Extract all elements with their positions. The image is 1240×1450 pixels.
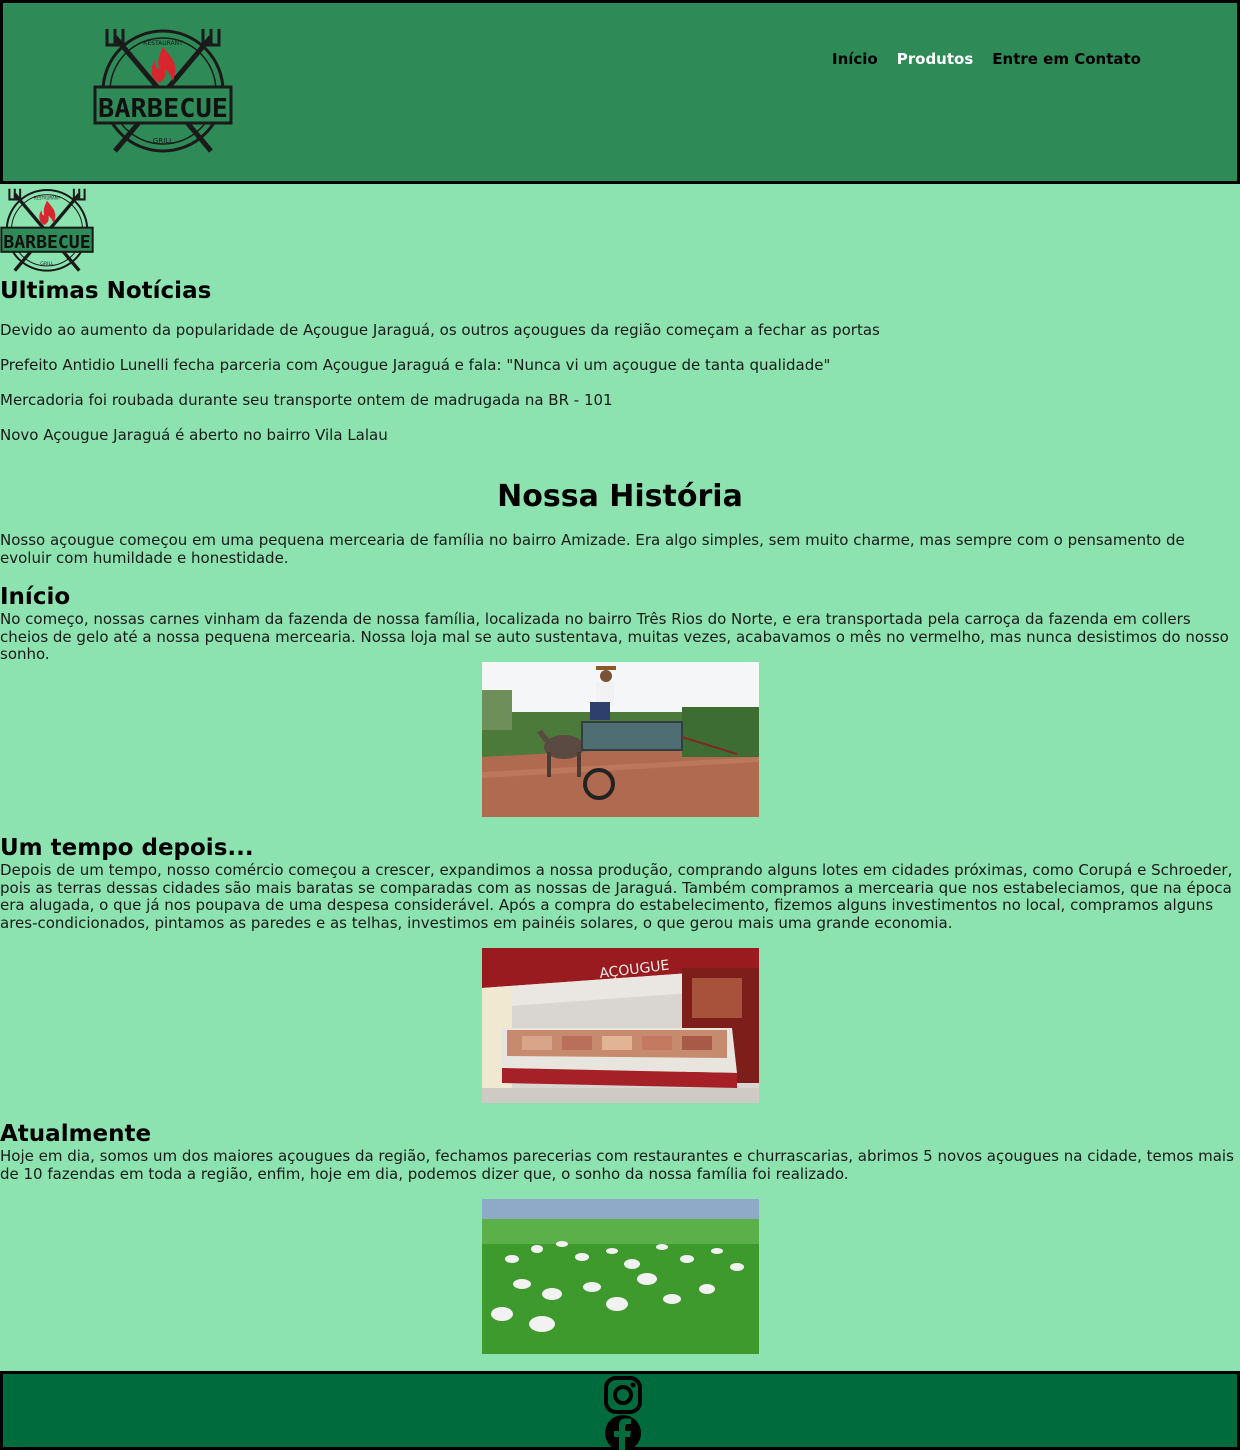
news-item: Prefeito Antidio Lunelli fecha parceria …: [0, 356, 831, 374]
section-text-atualmente: Hoje em dia, somos um dos maiores açougu…: [0, 1147, 1234, 1183]
section-title-inicio: Início: [0, 584, 71, 610]
small-logo: RESTAURANT BARBECUE GRILL: [0, 186, 94, 276]
history-intro: Nosso açougue começou em uma pequena mer…: [0, 531, 1185, 567]
main-nav: Início Produtos Entre em Contato: [832, 50, 1141, 68]
section-title-atualmente: Atualmente: [0, 1121, 152, 1147]
cart-photo: [482, 662, 759, 817]
butcher-photo: AÇOUGUE: [482, 948, 759, 1103]
small-logo-bottom-text: GRILL: [40, 261, 54, 267]
news-item: Mercadoria foi roubada durante seu trans…: [0, 391, 613, 409]
facebook-icon[interactable]: [603, 1413, 643, 1450]
cattle-photo: [482, 1199, 759, 1354]
history-title: Nossa História: [497, 479, 743, 514]
section-text-tempo: Depois de um tempo, nosso comércio começ…: [0, 861, 1233, 932]
news-item: Novo Açougue Jaraguá é aberto no bairro …: [0, 426, 388, 444]
nav-inicio[interactable]: Início: [832, 50, 878, 68]
logo-top-text: RESTAURANT: [143, 40, 183, 47]
news-title: Ultimas Notícias: [0, 278, 212, 304]
nav-contato[interactable]: Entre em Contato: [992, 50, 1141, 68]
site-header: RESTAURANT BARBECUE GRILL Início Produto…: [0, 0, 1240, 184]
barbecue-logo[interactable]: RESTAURANT BARBECUE GRILL: [93, 25, 233, 159]
nav-produtos[interactable]: Produtos: [897, 50, 974, 68]
small-logo-top-text: RESTAURANT: [34, 195, 61, 200]
news-item: Devido ao aumento da popularidade de Aço…: [0, 321, 880, 339]
section-title-tempo: Um tempo depois...: [0, 835, 254, 861]
site-footer: [0, 1371, 1240, 1450]
section-text-inicio: No começo, nossas carnes vinham da fazen…: [0, 610, 1229, 663]
instagram-icon[interactable]: [603, 1375, 643, 1415]
small-logo-main-text: BARBECUE: [3, 233, 90, 253]
logo-main-text: BARBECUE: [98, 94, 228, 124]
logo-bottom-text: GRILL: [153, 137, 173, 145]
